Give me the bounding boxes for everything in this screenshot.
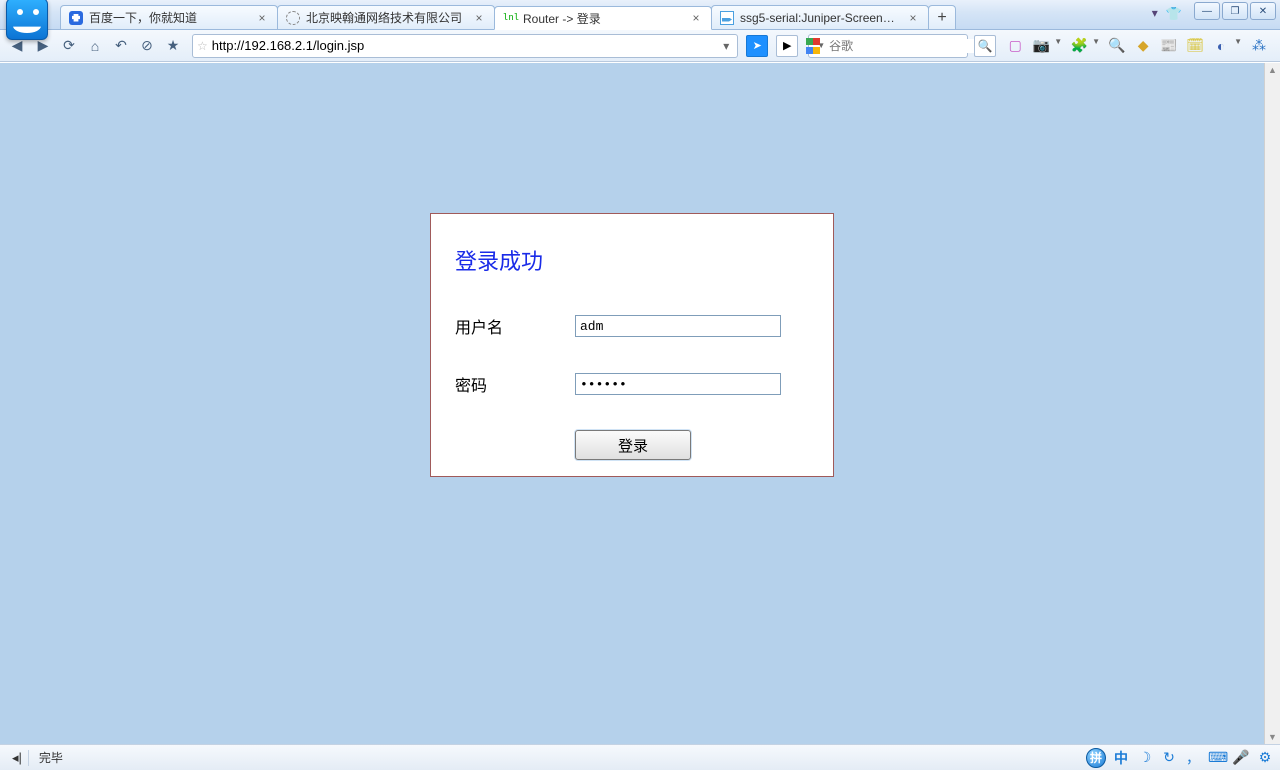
night-icon[interactable]: ◐ bbox=[1212, 37, 1230, 55]
arrow-icon: ➤ bbox=[753, 39, 762, 52]
extensions-tray: ▢ 📷▼ 🧩▼ 🔍 ◆ 📰 🗓 ◐▼ ⁂ bbox=[1000, 37, 1274, 55]
moon-icon[interactable]: ☽ bbox=[1136, 749, 1154, 766]
close-window-button[interactable]: ✕ bbox=[1250, 2, 1276, 20]
search-input[interactable] bbox=[829, 39, 984, 53]
tab-router-login[interactable]: lnl Router -> 登录 × bbox=[494, 6, 712, 30]
juniper-favicon-icon bbox=[720, 11, 734, 25]
search-button[interactable]: 🔍 bbox=[974, 35, 996, 57]
browser-logo-icon bbox=[6, 0, 48, 40]
url-input[interactable] bbox=[212, 38, 715, 53]
tab-label: 北京映翰通网络技术有限公司 bbox=[306, 9, 466, 26]
close-icon[interactable]: × bbox=[472, 11, 486, 25]
keyboard-icon[interactable]: ⌨ bbox=[1208, 749, 1226, 766]
close-icon[interactable]: × bbox=[689, 11, 703, 25]
ext-icon-5[interactable]: ◆ bbox=[1134, 37, 1152, 55]
comma-icon[interactable]: ， bbox=[1184, 748, 1202, 768]
play-icon: ▶ bbox=[783, 39, 791, 52]
ext-icon-1[interactable]: ▢ bbox=[1006, 37, 1024, 55]
ext-icon-9[interactable]: ⁂ bbox=[1250, 37, 1268, 55]
undo-button[interactable]: ↶ bbox=[110, 35, 132, 57]
tab-label: Router -> 登录 bbox=[523, 10, 683, 27]
router-favicon-icon: lnl bbox=[503, 11, 517, 25]
undo-icon: ↶ bbox=[115, 37, 127, 54]
password-label: 密码 bbox=[455, 372, 575, 396]
password-input[interactable] bbox=[575, 373, 781, 395]
mic-icon[interactable]: 🎤 bbox=[1232, 749, 1250, 766]
home-button[interactable]: ⌂ bbox=[84, 35, 106, 57]
login-button[interactable]: 登录 bbox=[575, 430, 691, 460]
tab-inhand[interactable]: 北京映翰通网络技术有限公司 × bbox=[277, 5, 495, 29]
baidu-favicon-icon bbox=[69, 11, 83, 25]
url-dropdown-icon[interactable]: ▾ bbox=[719, 39, 733, 53]
plus-icon: + bbox=[937, 9, 946, 27]
sidebar-toggle-icon[interactable]: ◂| bbox=[6, 750, 29, 766]
maximize-button[interactable]: ❐ bbox=[1222, 2, 1248, 20]
search-box[interactable]: ▼ bbox=[808, 34, 968, 58]
username-label: 用户名 bbox=[455, 314, 575, 338]
minimize-button[interactable]: — bbox=[1194, 2, 1220, 20]
stop-icon: ⊘ bbox=[141, 37, 153, 54]
tab-strip: 百度一下，你就知道 × 北京映翰通网络技术有限公司 × lnl Router -… bbox=[60, 5, 1280, 29]
shirt-icon[interactable]: 👕 bbox=[1166, 6, 1182, 22]
title-extras: ▾ 👕 bbox=[1152, 6, 1182, 22]
reload-icon: ⟳ bbox=[63, 37, 75, 54]
tab-label: ssg5-serial:Juniper-ScreenOS... bbox=[740, 11, 900, 25]
gear-icon[interactable]: ⚙ bbox=[1256, 749, 1274, 766]
lang-cn-icon[interactable]: 中 bbox=[1112, 748, 1130, 768]
login-heading: 登录成功 bbox=[455, 244, 809, 276]
router-login-page: 登录成功 用户名 密码 登录 bbox=[0, 63, 1264, 744]
tab-baidu[interactable]: 百度一下，你就知道 × bbox=[60, 5, 278, 29]
reload-button[interactable]: ⟳ bbox=[58, 35, 80, 57]
close-icon[interactable]: × bbox=[255, 11, 269, 25]
content-area: 登录成功 用户名 密码 登录 bbox=[0, 62, 1280, 744]
ext-icon-3[interactable]: 🧩 bbox=[1070, 37, 1088, 55]
skin-menu-icon[interactable]: ▾ bbox=[1152, 6, 1158, 22]
window-controls: — ❐ ✕ bbox=[1194, 2, 1276, 20]
magnifier-icon: 🔍 bbox=[978, 39, 993, 53]
zoom-icon[interactable]: 🔍 bbox=[1108, 37, 1126, 55]
favorites-button[interactable]: ★ bbox=[162, 35, 184, 57]
title-bar: 百度一下，你就知道 × 北京映翰通网络技术有限公司 × lnl Router -… bbox=[0, 0, 1280, 30]
go-button[interactable]: ➤ bbox=[746, 35, 768, 57]
ime-indicator-icon[interactable]: 拼 bbox=[1086, 748, 1106, 768]
star-icon: ★ bbox=[167, 37, 180, 54]
camera-icon[interactable]: 📷 bbox=[1032, 37, 1050, 55]
tab-juniper[interactable]: ssg5-serial:Juniper-ScreenOS... × bbox=[711, 5, 929, 29]
vertical-scrollbar[interactable] bbox=[1264, 63, 1280, 744]
close-icon[interactable]: × bbox=[906, 11, 920, 25]
rss-icon[interactable]: 📰 bbox=[1160, 37, 1178, 55]
home-icon: ⌂ bbox=[91, 38, 99, 54]
login-panel: 登录成功 用户名 密码 登录 bbox=[430, 213, 834, 477]
new-tab-button[interactable]: + bbox=[928, 5, 956, 29]
refresh-small-icon[interactable]: ↻ bbox=[1160, 749, 1178, 766]
note-icon[interactable]: 🗓 bbox=[1186, 37, 1204, 55]
bookmark-star-icon[interactable]: ☆ bbox=[197, 39, 208, 53]
address-bar[interactable]: ☆ ▾ bbox=[192, 34, 738, 58]
username-input[interactable] bbox=[575, 315, 781, 337]
status-text: 完毕 bbox=[39, 749, 63, 766]
tab-label: 百度一下，你就知道 bbox=[89, 9, 249, 26]
loading-favicon-icon bbox=[286, 11, 300, 25]
stop-button[interactable]: ⊘ bbox=[136, 35, 158, 57]
nav-toolbar: ◀ ▶ ⟳ ⌂ ↶ ⊘ ★ ☆ ▾ ➤ ▶ ▼ 🔍 ▢ 📷▼ 🧩▼ 🔍 ◆ 📰 … bbox=[0, 30, 1280, 62]
status-bar: ◂| 完毕 拼 中 ☽ ↻ ， ⌨ 🎤 ⚙ bbox=[0, 744, 1280, 770]
play-button[interactable]: ▶ bbox=[776, 35, 798, 57]
